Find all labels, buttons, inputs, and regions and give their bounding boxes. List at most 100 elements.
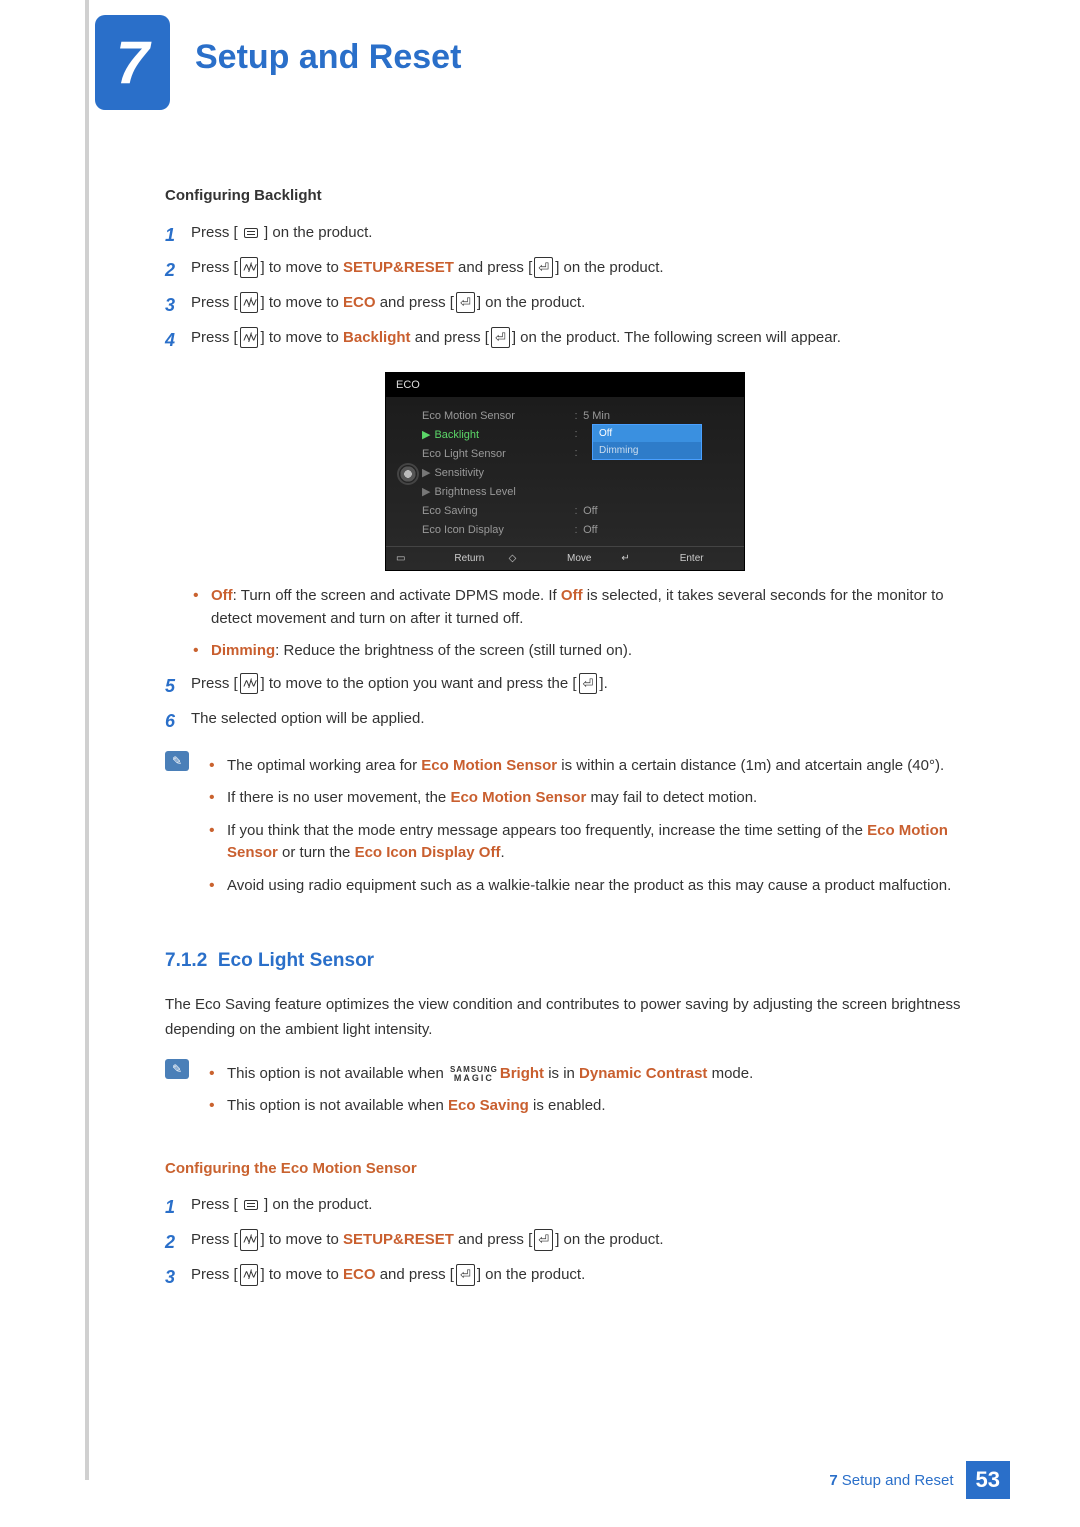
- enter-icon: ⏎: [456, 1264, 475, 1286]
- osd-row: Eco Icon Display: [422, 521, 572, 540]
- osd-screenshot: ECO Eco Motion Sensor ▶Backlight Eco Lig…: [385, 372, 745, 572]
- menu-icon: [244, 228, 258, 238]
- gear-icon: [399, 465, 417, 483]
- osd-value: : Off: [572, 502, 736, 521]
- enter-icon: ⏎: [491, 327, 510, 349]
- osd-labels: Eco Motion Sensor ▶Backlight Eco Light S…: [422, 407, 572, 540]
- step-number: 4: [165, 327, 191, 354]
- step-number: 3: [165, 292, 191, 319]
- bullet-item: Off: Turn off the screen and activate DP…: [191, 585, 965, 630]
- chapter-number: 7: [116, 28, 149, 97]
- subsection-title: 7.1.2 Eco Light Sensor: [165, 947, 965, 976]
- enter-icon: ↵: [621, 551, 675, 566]
- page-content: Configuring Backlight 1 Press [ ] on the…: [165, 185, 965, 1299]
- osd-row-selected: ▶Backlight: [422, 426, 572, 445]
- osd-row: ▶Sensitivity: [422, 464, 572, 483]
- triangle-right-icon: ▶: [422, 467, 430, 479]
- osd-footer-return: ▭Return: [396, 551, 509, 566]
- step-4: 4 Press [˄/˅] to move to Backlight and p…: [165, 327, 965, 354]
- step-text: Press [˄/˅] to move to ECO and press [⏎]…: [191, 292, 965, 319]
- enter-icon: ⏎: [534, 257, 553, 279]
- osd-footer-move: ◇Move: [509, 551, 622, 566]
- step-text: Press [˄/˅] to move to ECO and press [⏎]…: [191, 1264, 965, 1291]
- osd-row: Eco Saving: [422, 502, 572, 521]
- page-footer: 7Setup and Reset 53: [829, 1461, 1010, 1499]
- note-item: If there is no user movement, the Eco Mo…: [207, 787, 965, 810]
- note-list-b: This option is not available when SAMSUN…: [207, 1063, 965, 1128]
- note-block: ✎ The optimal working area for Eco Motio…: [165, 749, 965, 916]
- chapter-title: Setup and Reset: [195, 38, 461, 77]
- note-item: This option is not available when Eco Sa…: [207, 1095, 965, 1118]
- step-number: 6: [165, 708, 191, 735]
- note-list: The optimal working area for Eco Motion …: [207, 755, 965, 908]
- triangle-right-icon: ▶: [422, 486, 430, 498]
- enter-icon: ⏎: [534, 1229, 553, 1251]
- osd-row: ▶Brightness Level: [422, 483, 572, 502]
- sub-heading-b: Configuring the Eco Motion Sensor: [165, 1158, 965, 1181]
- intro-paragraph: The Eco Saving feature optimizes the vie…: [165, 992, 965, 1043]
- move-icon: ◇: [509, 551, 563, 566]
- step-number: 5: [165, 673, 191, 700]
- enter-icon: ⏎: [456, 292, 475, 314]
- note-block-b: ✎ This option is not available when SAMS…: [165, 1057, 965, 1136]
- osd-footer-enter: ↵Enter: [621, 551, 734, 566]
- osd-values: : 5 Min : : Off Dimming : Off : Off: [572, 407, 736, 540]
- osd-footer: ▭Return ◇Move ↵Enter: [386, 546, 744, 570]
- step-number: 3: [165, 1264, 191, 1291]
- osd-icon-column: [394, 407, 422, 540]
- menu-icon: [244, 1200, 258, 1210]
- bullet-item: Dimming: Reduce the brightness of the sc…: [191, 640, 965, 663]
- osd-value: : Off: [572, 521, 736, 540]
- step-number: 1: [165, 222, 191, 249]
- updown-icon: ˄/˅: [240, 1229, 259, 1251]
- step-number: 2: [165, 1229, 191, 1256]
- step-6: 6 The selected option will be applied.: [165, 708, 965, 735]
- samsung-magic-logo: SAMSUNGMAGIC: [450, 1065, 498, 1083]
- step-number: 1: [165, 1194, 191, 1221]
- updown-icon: ˄/˅: [240, 1264, 259, 1286]
- triangle-right-icon: ▶: [422, 429, 430, 441]
- osd-popup-wrap: : : Off Dimming: [572, 426, 736, 464]
- osd-row: Eco Light Sensor: [422, 445, 572, 464]
- enter-icon: ⏎: [579, 673, 598, 695]
- updown-icon: ˄/˅: [240, 292, 259, 314]
- step-b2: 2 Press [˄/˅] to move to SETUP&RESET and…: [165, 1229, 965, 1256]
- step-text: The selected option will be applied.: [191, 708, 965, 735]
- menu-icon: ▭: [396, 551, 450, 566]
- step-number: 2: [165, 257, 191, 284]
- bullet-list-a: Off: Turn off the screen and activate DP…: [191, 585, 965, 663]
- note-icon: ✎: [165, 751, 189, 771]
- step-3: 3 Press [˄/˅] to move to ECO and press […: [165, 292, 965, 319]
- step-5: 5 Press [˄/˅] to move to the option you …: [165, 673, 965, 700]
- osd-body: Eco Motion Sensor ▶Backlight Eco Light S…: [386, 397, 744, 546]
- step-b1: 1 Press [ ] on the product.: [165, 1194, 965, 1221]
- left-accent-bar: [85, 0, 89, 1480]
- osd-value: [572, 464, 736, 483]
- footer-label: 7Setup and Reset: [829, 1472, 953, 1489]
- osd-row: Eco Motion Sensor: [422, 407, 572, 426]
- note-item: The optimal working area for Eco Motion …: [207, 755, 965, 778]
- chapter-number-box: 7: [95, 15, 170, 110]
- updown-icon: ˄/˅: [240, 673, 259, 695]
- step-2: 2 Press [˄/˅] to move to SETUP&RESET and…: [165, 257, 965, 284]
- section-heading-a: Configuring Backlight: [165, 185, 965, 208]
- step-1: 1 Press [ ] on the product.: [165, 222, 965, 249]
- step-text: Press [˄/˅] to move to SETUP&RESET and p…: [191, 1229, 965, 1256]
- step-text: Press [˄/˅] to move to Backlight and pre…: [191, 327, 965, 354]
- osd-title: ECO: [386, 373, 744, 398]
- step-b3: 3 Press [˄/˅] to move to ECO and press […: [165, 1264, 965, 1291]
- step-text: Press [ ] on the product.: [191, 222, 965, 249]
- page-number: 53: [966, 1461, 1010, 1499]
- note-icon: ✎: [165, 1059, 189, 1079]
- updown-icon: ˄/˅: [240, 257, 259, 279]
- step-text: Press [˄/˅] to move to SETUP&RESET and p…: [191, 257, 965, 284]
- osd-option-selected: Off: [593, 425, 701, 442]
- note-item: If you think that the mode entry message…: [207, 820, 965, 865]
- step-text: Press [ ] on the product.: [191, 1194, 965, 1221]
- step-text: Press [˄/˅] to move to the option you wa…: [191, 673, 965, 700]
- updown-icon: ˄/˅: [240, 327, 259, 349]
- note-item: Avoid using radio equipment such as a wa…: [207, 875, 965, 898]
- osd-option: Dimming: [593, 442, 701, 459]
- note-item: This option is not available when SAMSUN…: [207, 1063, 965, 1086]
- osd-dropdown: Off Dimming: [592, 424, 702, 460]
